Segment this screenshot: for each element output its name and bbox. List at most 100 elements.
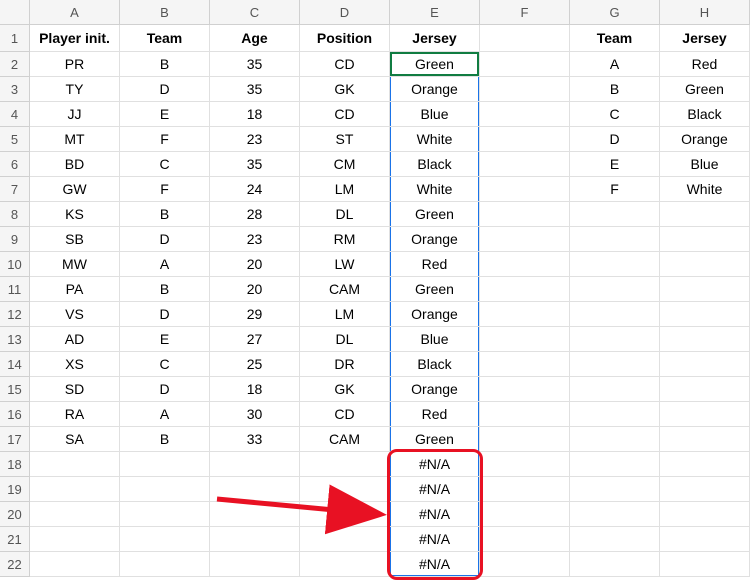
cell-D15[interactable]: GK	[300, 377, 390, 402]
cell-E14[interactable]: Black	[390, 352, 480, 377]
cell-B4[interactable]: E	[120, 102, 210, 127]
row-header-18[interactable]: 18	[0, 452, 30, 477]
cell-B19[interactable]	[120, 477, 210, 502]
column-header-E[interactable]: E	[390, 0, 480, 25]
cell-F4[interactable]	[480, 102, 570, 127]
cell-F9[interactable]	[480, 227, 570, 252]
cell-E7[interactable]: White	[390, 177, 480, 202]
cell-H11[interactable]	[660, 277, 750, 302]
cell-G9[interactable]	[570, 227, 660, 252]
cell-A5[interactable]: MT	[30, 127, 120, 152]
cell-B14[interactable]: C	[120, 352, 210, 377]
row-header-9[interactable]: 9	[0, 227, 30, 252]
cell-B16[interactable]: A	[120, 402, 210, 427]
cell-E2[interactable]: Green	[390, 52, 480, 77]
cell-F21[interactable]	[480, 527, 570, 552]
cell-C12[interactable]: 29	[210, 302, 300, 327]
cell-F16[interactable]	[480, 402, 570, 427]
cell-E12[interactable]: Orange	[390, 302, 480, 327]
cell-A8[interactable]: KS	[30, 202, 120, 227]
cell-H3[interactable]: Green	[660, 77, 750, 102]
cell-A7[interactable]: GW	[30, 177, 120, 202]
cell-F13[interactable]	[480, 327, 570, 352]
cell-F20[interactable]	[480, 502, 570, 527]
cell-H2[interactable]: Red	[660, 52, 750, 77]
cell-A3[interactable]: TY	[30, 77, 120, 102]
cell-E5[interactable]: White	[390, 127, 480, 152]
cell-F12[interactable]	[480, 302, 570, 327]
cell-H9[interactable]	[660, 227, 750, 252]
row-header-16[interactable]: 16	[0, 402, 30, 427]
cell-D1[interactable]: Position	[300, 25, 390, 52]
cell-A20[interactable]	[30, 502, 120, 527]
column-header-B[interactable]: B	[120, 0, 210, 25]
cell-A22[interactable]	[30, 552, 120, 577]
cell-A4[interactable]: JJ	[30, 102, 120, 127]
cell-C11[interactable]: 20	[210, 277, 300, 302]
cell-E21[interactable]: #N/A	[390, 527, 480, 552]
cell-A18[interactable]	[30, 452, 120, 477]
cell-C6[interactable]: 35	[210, 152, 300, 177]
cell-B22[interactable]	[120, 552, 210, 577]
cell-B17[interactable]: B	[120, 427, 210, 452]
cell-B15[interactable]: D	[120, 377, 210, 402]
cell-F8[interactable]	[480, 202, 570, 227]
cell-F10[interactable]	[480, 252, 570, 277]
row-header-7[interactable]: 7	[0, 177, 30, 202]
cell-A12[interactable]: VS	[30, 302, 120, 327]
cell-C9[interactable]: 23	[210, 227, 300, 252]
cell-B10[interactable]: A	[120, 252, 210, 277]
cell-G1[interactable]: Team	[570, 25, 660, 52]
cell-G20[interactable]	[570, 502, 660, 527]
cell-D22[interactable]	[300, 552, 390, 577]
cell-E19[interactable]: #N/A	[390, 477, 480, 502]
row-header-2[interactable]: 2	[0, 52, 30, 77]
cell-E1[interactable]: Jersey	[390, 25, 480, 52]
cell-H8[interactable]	[660, 202, 750, 227]
cell-E9[interactable]: Orange	[390, 227, 480, 252]
cell-B11[interactable]: B	[120, 277, 210, 302]
column-header-G[interactable]: G	[570, 0, 660, 25]
cell-C2[interactable]: 35	[210, 52, 300, 77]
cell-D9[interactable]: RM	[300, 227, 390, 252]
cell-D7[interactable]: LM	[300, 177, 390, 202]
cell-H13[interactable]	[660, 327, 750, 352]
cell-D6[interactable]: CM	[300, 152, 390, 177]
cell-E6[interactable]: Black	[390, 152, 480, 177]
cell-C16[interactable]: 30	[210, 402, 300, 427]
cell-D20[interactable]	[300, 502, 390, 527]
cell-B1[interactable]: Team	[120, 25, 210, 52]
row-header-22[interactable]: 22	[0, 552, 30, 577]
cell-H10[interactable]	[660, 252, 750, 277]
cell-D17[interactable]: CAM	[300, 427, 390, 452]
cell-C7[interactable]: 24	[210, 177, 300, 202]
cell-G14[interactable]	[570, 352, 660, 377]
cell-G18[interactable]	[570, 452, 660, 477]
cell-G2[interactable]: A	[570, 52, 660, 77]
cell-D8[interactable]: DL	[300, 202, 390, 227]
cell-B7[interactable]: F	[120, 177, 210, 202]
cell-E22[interactable]: #N/A	[390, 552, 480, 577]
cell-C20[interactable]	[210, 502, 300, 527]
row-header-6[interactable]: 6	[0, 152, 30, 177]
cell-E4[interactable]: Blue	[390, 102, 480, 127]
cell-D11[interactable]: CAM	[300, 277, 390, 302]
column-header-A[interactable]: A	[30, 0, 120, 25]
cell-C18[interactable]	[210, 452, 300, 477]
cell-A19[interactable]	[30, 477, 120, 502]
cell-H4[interactable]: Black	[660, 102, 750, 127]
column-header-H[interactable]: H	[660, 0, 750, 25]
cell-D3[interactable]: GK	[300, 77, 390, 102]
cell-F22[interactable]	[480, 552, 570, 577]
row-header-8[interactable]: 8	[0, 202, 30, 227]
cell-A10[interactable]: MW	[30, 252, 120, 277]
cell-D14[interactable]: DR	[300, 352, 390, 377]
cell-B3[interactable]: D	[120, 77, 210, 102]
row-header-11[interactable]: 11	[0, 277, 30, 302]
row-header-14[interactable]: 14	[0, 352, 30, 377]
cell-C17[interactable]: 33	[210, 427, 300, 452]
cell-D4[interactable]: CD	[300, 102, 390, 127]
cell-F1[interactable]	[480, 25, 570, 52]
cell-G19[interactable]	[570, 477, 660, 502]
cell-D2[interactable]: CD	[300, 52, 390, 77]
